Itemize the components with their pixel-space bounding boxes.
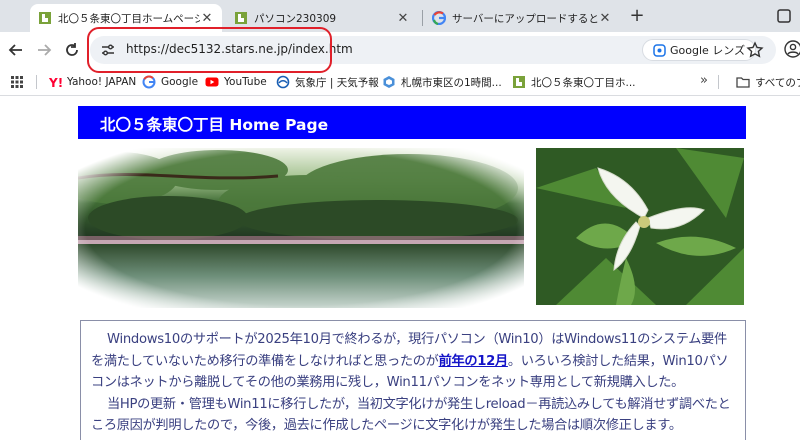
web-page: 北〇５条東〇丁目 Home Page Windows10のサポートが2025年1…	[0, 96, 800, 440]
announcement-paragraph: Windows10のサポートが2025年10月で終わるが，現行パソコン（Win1…	[91, 329, 737, 394]
google-icon	[142, 75, 156, 89]
bookmark-jma[interactable]: 気象庁 | 天気予報	[276, 74, 379, 90]
paragraph-text: 当HPの更新・管理もWin11に移行したが，当初文字化けが発生しreload－再…	[91, 396, 731, 434]
url-text[interactable]: https://dec5132.stars.ne.jp/index.htm	[126, 42, 353, 56]
yahoo-icon: Y!	[48, 76, 62, 89]
youtube-icon	[205, 77, 219, 87]
bookmark-star-icon[interactable]	[746, 41, 764, 59]
forward-icon[interactable]	[34, 40, 54, 60]
tab-separator	[422, 10, 423, 26]
tab-strip: 北〇５条東〇丁目ホームページ ✕ パソコン230309 ✕ サーバーにアップロー…	[0, 0, 800, 32]
tab-title: サーバーにアップロードすると画像切り	[452, 12, 598, 25]
bookmark-label: 気象庁 | 天気予報	[295, 76, 379, 89]
tab-pasokon[interactable]: パソコン230309 ✕	[226, 4, 418, 32]
bookmark-label: 札幌市東区の1時間...	[401, 76, 502, 89]
bookmark-label: Yahoo! JAPAN	[67, 76, 137, 88]
site-icon	[235, 12, 247, 24]
bookmark-home-page[interactable]: 北〇５条東〇丁目ホ...	[512, 74, 636, 90]
bookmark-google[interactable]: Google	[142, 74, 198, 90]
apps-grid-icon[interactable]	[10, 75, 24, 89]
forest-pond-photo	[78, 148, 524, 308]
folder-icon	[736, 77, 750, 88]
bookmark-label: すべてのブ	[755, 76, 800, 89]
tab-title: 北〇５条東〇丁目ホームページ	[58, 12, 200, 25]
close-icon[interactable]: ✕	[200, 11, 214, 26]
bookmark-youtube[interactable]: YouTube	[205, 74, 267, 90]
tab-home-page[interactable]: 北〇５条東〇丁目ホームページ ✕	[30, 4, 222, 32]
jma-icon	[276, 75, 290, 89]
page-title: 北〇５条東〇丁目 Home Page	[100, 116, 329, 134]
tab-google-search[interactable]: サーバーにアップロードすると画像切り ✕	[424, 4, 620, 32]
tab-title: パソコン230309	[254, 12, 337, 25]
minimize-icon[interactable]	[776, 8, 792, 24]
site-icon	[513, 76, 525, 88]
site-icon	[39, 12, 51, 24]
address-bar[interactable]: https://dec5132.stars.ne.jp/index.htm Go…	[90, 36, 776, 64]
svg-text:Y!: Y!	[48, 76, 62, 89]
trillium-flower-photo	[536, 148, 744, 305]
bookmark-label: 北〇５条東〇丁目ホ...	[531, 76, 636, 89]
lens-icon	[653, 43, 666, 57]
google-lens-button[interactable]: Google レンズ	[642, 39, 757, 61]
lens-label: Google レンズ	[670, 44, 746, 57]
bookmarks-overflow-button[interactable]: »	[700, 73, 708, 88]
site-settings-icon[interactable]	[100, 42, 116, 58]
bookmark-label: Google	[161, 76, 199, 88]
bookmark-all-folder[interactable]: すべてのブ	[736, 74, 800, 90]
last-year-december-link[interactable]: 前年の12月	[439, 354, 509, 369]
announcement-box: Windows10のサポートが2025年10月で終わるが，現行パソコン（Win1…	[80, 320, 746, 440]
new-tab-button[interactable]: +	[626, 6, 648, 28]
bookmarks-bar: Y! Yahoo! JAPAN Google YouTube 気象庁 | 天気予…	[0, 68, 800, 96]
reload-icon[interactable]	[62, 40, 82, 60]
close-icon[interactable]: ✕	[396, 11, 410, 26]
close-icon[interactable]: ✕	[598, 11, 612, 26]
profile-icon[interactable]	[784, 40, 800, 58]
google-icon	[432, 11, 446, 25]
bookmark-label: YouTube	[224, 76, 267, 88]
browser-toolbar: https://dec5132.stars.ne.jp/index.htm Go…	[0, 32, 800, 68]
bookmark-yahoo[interactable]: Y! Yahoo! JAPAN	[48, 74, 136, 90]
page-banner: 北〇５条東〇丁目 Home Page	[78, 106, 746, 139]
bookmark-weather[interactable]: 札幌市東区の1時間...	[382, 74, 502, 90]
bookmarks-separator	[718, 75, 719, 89]
weather-icon	[383, 76, 395, 88]
announcement-paragraph: 当HPの更新・管理もWin11に移行したが，当初文字化けが発生しreload－再…	[91, 394, 737, 437]
back-icon[interactable]	[6, 40, 26, 60]
bookmarks-separator	[36, 75, 37, 89]
